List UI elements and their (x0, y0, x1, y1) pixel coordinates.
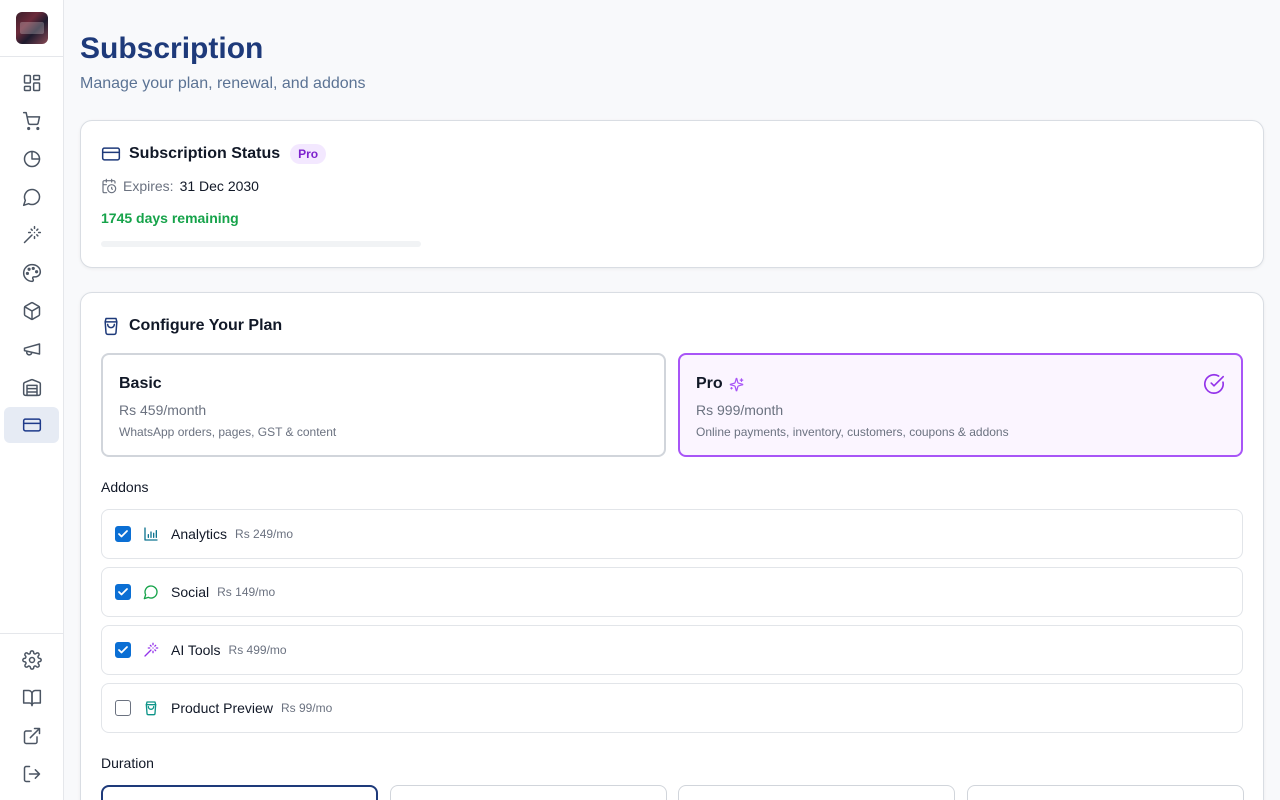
check-circle-icon (1204, 373, 1224, 394)
warehouse-icon (22, 378, 41, 397)
sidebar (0, 0, 64, 800)
megaphone-icon (23, 343, 40, 356)
expires-label: Expires: (123, 178, 174, 194)
addon-price: Rs 99/mo (280, 701, 333, 715)
sidebar-item-ai-tools[interactable] (4, 217, 59, 253)
credit-card-icon (22, 418, 41, 432)
sidebar-item-docs[interactable] (4, 680, 59, 716)
sidebar-item-theme[interactable] (4, 255, 59, 291)
status-card-title: Subscription Status (129, 145, 281, 162)
shopping-bag-icon (143, 700, 159, 716)
page-subtitle: Manage your plan, renewal, and addons (80, 75, 366, 92)
logout-icon (23, 765, 40, 783)
sidebar-item-dashboard[interactable] (4, 65, 59, 101)
sidebar-item-subscription[interactable] (4, 407, 59, 443)
addon-product-preview[interactable]: Product Preview Rs 99/mo (101, 683, 1243, 733)
plan-name: Pro (696, 375, 744, 393)
dashboard-icon (23, 74, 40, 92)
sidebar-item-products[interactable] (4, 293, 59, 329)
check-icon (118, 646, 128, 654)
book-open-icon (22, 689, 41, 707)
plan-card-header: Configure Your Plan (101, 316, 282, 336)
plan-price: Rs 999/month (696, 402, 784, 418)
gear-icon (21, 650, 42, 670)
plan-description: WhatsApp orders, pages, GST & content (119, 425, 337, 439)
package-icon (23, 301, 40, 321)
plan-badge: Pro (290, 144, 327, 164)
addon-price: Rs 499/mo (228, 643, 287, 657)
duration-option[interactable] (101, 785, 378, 800)
pie-chart-icon (23, 150, 40, 168)
addon-name: Social (171, 584, 210, 600)
addon-checkbox[interactable] (115, 526, 131, 542)
addon-ai-tools[interactable]: AI Tools Rs 499/mo (101, 625, 1243, 675)
addon-price: Rs 149/mo (217, 585, 276, 599)
addon-analytics[interactable]: Analytics Rs 249/mo (101, 509, 1243, 559)
time-progress-bar (101, 241, 421, 247)
credit-card-icon (101, 147, 121, 161)
calendar-clock-icon (102, 178, 117, 194)
sidebar-item-view-store[interactable] (4, 718, 59, 754)
addon-name: Product Preview (171, 700, 273, 716)
addon-checkbox[interactable] (115, 584, 131, 600)
duration-option[interactable] (967, 785, 1244, 800)
bar-chart-icon (143, 526, 159, 542)
addons-label: Addons (101, 479, 149, 495)
plan-name-label: Pro (696, 375, 723, 392)
plan-card-title: Configure Your Plan (129, 317, 283, 334)
expires-date: 31 Dec 2030 (179, 178, 259, 194)
sidebar-item-messages[interactable] (4, 179, 59, 215)
plan-price: Rs 459/month (119, 402, 207, 418)
check-icon (118, 588, 128, 596)
configure-plan-card: Configure Your Plan Basic Rs 459/month W… (80, 292, 1264, 800)
sidebar-item-orders[interactable] (4, 103, 59, 139)
addon-price: Rs 249/mo (235, 527, 294, 541)
status-card-header: Subscription Status Pro (101, 144, 327, 164)
sidebar-divider (0, 633, 64, 634)
sidebar-item-warehouse[interactable] (4, 369, 59, 405)
magic-wand-icon (143, 642, 159, 658)
plan-name-label: Basic (119, 375, 162, 392)
sidebar-item-settings[interactable] (4, 642, 59, 678)
palette-icon (22, 263, 41, 283)
duration-label: Duration (101, 755, 154, 771)
duration-option[interactable] (390, 785, 667, 800)
addon-name: Analytics (171, 526, 228, 542)
sidebar-item-logout[interactable] (4, 756, 59, 792)
days-remaining: 1745 days remaining (101, 210, 239, 226)
addon-checkbox[interactable] (115, 700, 131, 716)
addon-name: AI Tools (171, 642, 221, 658)
sparkles-icon (729, 377, 744, 391)
addon-checkbox[interactable] (115, 642, 131, 658)
cart-icon (22, 111, 40, 131)
subscription-status-card: Subscription Status Pro Expires: 31 Dec … (80, 120, 1264, 268)
check-icon (118, 530, 128, 538)
page-title: Subscription (80, 32, 264, 65)
plan-description: Online payments, inventory, customers, c… (696, 425, 1009, 439)
sidebar-item-reports[interactable] (4, 141, 59, 177)
external-link-icon (23, 727, 40, 745)
addon-social[interactable]: Social Rs 149/mo (101, 567, 1243, 617)
message-circle-icon (143, 584, 159, 600)
message-circle-icon (22, 188, 40, 207)
store-logo[interactable] (16, 12, 48, 44)
magic-wand-icon (23, 225, 41, 244)
plan-option-pro[interactable]: Pro Rs 999/month Online payments, invent… (678, 353, 1243, 457)
expiry-row: Expires: 31 Dec 2030 (101, 178, 259, 194)
shopping-bag-icon (104, 317, 118, 336)
sidebar-item-marketing[interactable] (4, 331, 59, 367)
plan-name: Basic (119, 375, 162, 393)
plan-option-basic[interactable]: Basic Rs 459/month WhatsApp orders, page… (101, 353, 666, 457)
duration-option[interactable] (678, 785, 955, 800)
sidebar-divider (0, 56, 64, 57)
